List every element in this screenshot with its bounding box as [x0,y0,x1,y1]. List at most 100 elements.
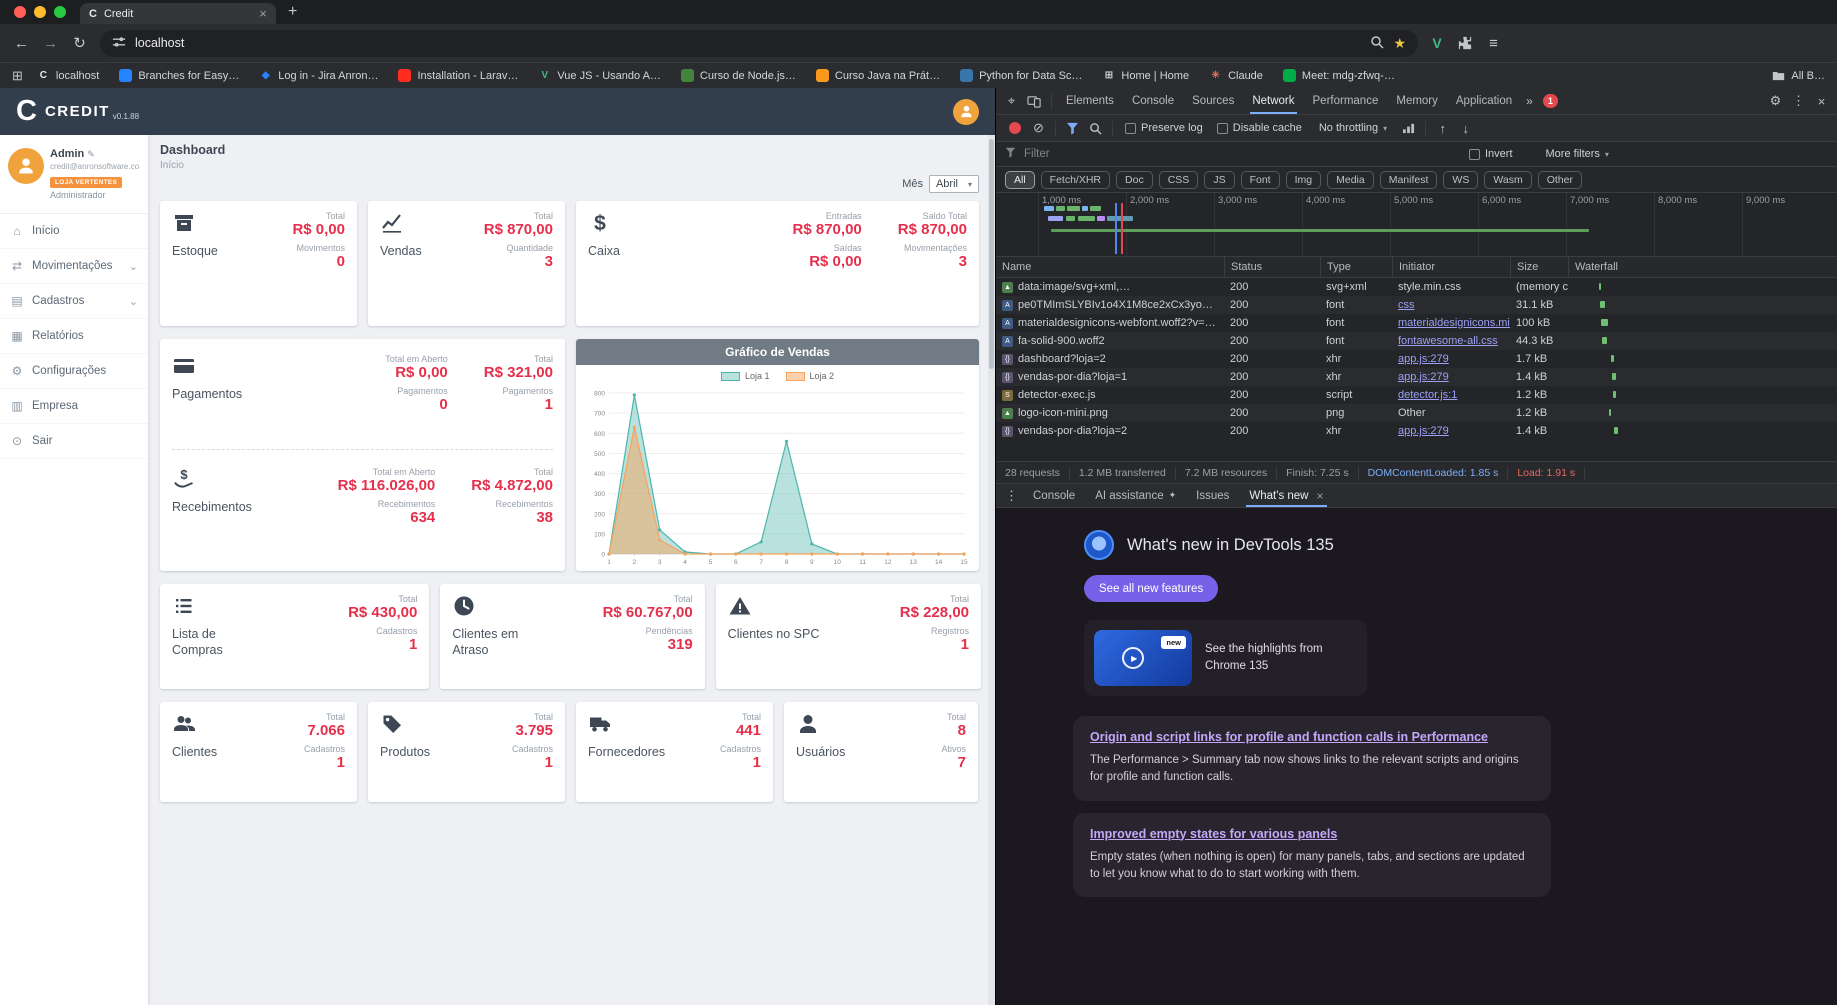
highlight-card[interactable]: new ▶ See the highlights from Chrome 135 [1084,620,1367,696]
search-network-icon[interactable] [1084,118,1107,139]
devtools-tab-console[interactable]: Console [1123,88,1183,114]
reload-icon[interactable]: ↻ [66,30,93,57]
bookmark-item[interactable]: Python for Data Sc… [960,69,1082,82]
filter-chip-font[interactable]: Font [1240,170,1280,189]
bookmark-item[interactable]: Meet: mdg-zfwq-… [1282,69,1395,82]
more-tabs-icon[interactable]: » [1521,94,1538,108]
clear-network-icon[interactable]: ⊘ [1027,118,1050,139]
browser-menu-icon[interactable]: ≡ [1480,30,1507,57]
column-header-waterfall[interactable]: Waterfall [1568,257,1837,277]
bookmark-item[interactable]: Curso Java na Prát… [815,69,940,82]
export-har-icon[interactable]: ↓ [1454,118,1477,139]
bookmark-item[interactable]: ⊞ Home | Home [1102,69,1189,82]
request-initiator[interactable]: css [1392,299,1510,311]
edit-profile-icon[interactable]: ✎ [87,149,95,159]
section-link[interactable]: Origin and script links for profile and … [1090,730,1488,744]
filter-chip-css[interactable]: CSS [1158,170,1199,189]
network-row[interactable]: {} vendas-por-dia?loja=1 200 xhr app.js:279 1… [996,368,1837,386]
network-row[interactable]: Sdetector-exec.js 200 script detector.js:1 1… [996,386,1837,404]
close-tab-icon[interactable]: × [1316,489,1323,503]
filter-chip-js[interactable]: JS [1204,170,1235,189]
record-network-log-icon[interactable] [1009,122,1021,134]
address-bar[interactable]: localhost ★ [100,29,1418,57]
tab-close-icon[interactable]: × [259,6,267,21]
devtools-tab-sources[interactable]: Sources [1183,88,1243,114]
more-filters-button[interactable]: More filters ▾ [1546,148,1609,160]
window-controls[interactable] [0,6,80,18]
request-initiator[interactable]: app.js:279 [1392,371,1510,383]
network-row[interactable]: Amaterialdesignicons-webfont.woff2?v=1.8… [996,314,1837,332]
filter-chip-wasm[interactable]: Wasm [1484,170,1532,189]
inspect-icon[interactable]: ⌖ [1000,91,1023,112]
close-window-icon[interactable] [14,6,26,18]
devtools-tab-network[interactable]: Network [1243,88,1303,114]
network-row[interactable]: {} dashboard?loja=2 200 xhr app.js:279 1.7 kB [996,350,1837,368]
network-filter-input[interactable] [1024,148,1454,160]
network-conditions-icon[interactable] [1397,118,1420,139]
browser-tab[interactable]: C Credit × [80,3,276,24]
network-row[interactable]: Ape0TMImSLYBIv1o4X1M8ce2xCx3yop4tQ… 200 fo… [996,296,1837,314]
bookmark-item[interactable]: ✳ Claude [1209,69,1263,82]
bookmark-item[interactable]: Branches for Easy… [119,69,239,82]
devtools-tab-performance[interactable]: Performance [1304,88,1388,114]
drawer-tab-ai-assistance[interactable]: AI assistance ✦ [1085,484,1186,507]
devtools-menu-icon[interactable]: ⋮ [1787,91,1810,112]
forward-icon[interactable]: → [37,30,64,57]
network-row[interactable]: ▲ logo-icon-mini.png 200 png Other 1.2 kB [996,404,1837,422]
devtools-tab-elements[interactable]: Elements [1057,88,1123,114]
error-count-badge[interactable]: 1 [1542,94,1558,108]
extensions-icon[interactable] [1451,30,1478,57]
minimize-window-icon[interactable] [34,6,46,18]
user-avatar[interactable] [953,98,979,125]
site-info-icon[interactable] [112,35,126,52]
network-row[interactable]: Afa-solid-900.woff2 200 font fontawesome-al… [996,332,1837,350]
filter-chip-all[interactable]: All [1005,170,1035,189]
sidebar-item-movimentacoes[interactable]: ⇄ Movimentações ⌄ [0,249,148,284]
request-initiator[interactable]: app.js:279 [1392,353,1510,365]
video-thumbnail[interactable]: new ▶ [1094,630,1192,686]
bookmark-star-icon[interactable]: ★ [1393,35,1406,52]
preserve-log-checkbox[interactable]: Preserve log [1125,122,1203,134]
legend-item[interactable]: Loja 2 [785,371,834,381]
see-all-features-button[interactable]: See all new features [1084,575,1219,602]
maximize-window-icon[interactable] [54,6,66,18]
filter-chip-doc[interactable]: Doc [1116,170,1153,189]
drawer-menu-icon[interactable]: ⋮ [1000,485,1023,506]
devtools-tab-application[interactable]: Application [1447,88,1521,114]
filter-chip-other[interactable]: Other [1537,170,1582,189]
disable-cache-checkbox[interactable]: Disable cache [1216,122,1302,134]
filter-chip-fetch-xhr[interactable]: Fetch/XHR [1040,170,1111,189]
bookmark-item[interactable]: ◆ Log in - Jira Anron… [259,69,379,82]
filter-chip-media[interactable]: Media [1327,170,1374,189]
app-logo[interactable]: C [16,97,37,126]
bookmark-item[interactable]: V Vue JS - Usando A… [538,69,661,82]
sidebar-item-inicio[interactable]: ⌂ Início [0,214,148,249]
vue-extension-icon[interactable]: V [1425,35,1449,51]
apps-grid-icon[interactable]: ⊞ [12,68,23,84]
filter-toggle-icon[interactable] [1061,118,1084,139]
column-header-name[interactable]: Name [996,257,1224,277]
back-icon[interactable]: ← [8,30,35,57]
device-toolbar-icon[interactable] [1023,91,1046,112]
request-initiator[interactable]: detector.js:1 [1392,389,1510,401]
bookmark-item[interactable]: Installation - Larav… [398,69,518,82]
sidebar-item-relatorios[interactable]: ▦ Relatórios [0,319,148,354]
network-row[interactable]: ▲ data:image/svg+xml,… 200 svg+xml style.min… [996,278,1837,296]
request-initiator[interactable]: fontawesome-all.css [1392,335,1510,347]
all-bookmarks[interactable]: All B… [1772,70,1825,82]
column-header-size[interactable]: Size [1510,257,1568,277]
new-tab-button[interactable]: + [288,3,297,21]
sidebar-item-sair[interactable]: ⊙ Sair [0,424,148,459]
avatar[interactable] [8,148,44,184]
filter-chip-img[interactable]: Img [1285,170,1322,189]
drawer-tab-issues[interactable]: Issues [1186,484,1239,507]
month-select[interactable]: Abril ▾ [928,175,979,193]
sidebar-item-empresa[interactable]: ▥ Empresa [0,389,148,424]
filter-chip-manifest[interactable]: Manifest [1379,170,1438,189]
column-header-type[interactable]: Type [1320,257,1392,277]
filter-chip-ws[interactable]: WS [1443,170,1479,189]
column-header-status[interactable]: Status [1224,257,1320,277]
zoom-icon[interactable] [1370,35,1384,52]
sidebar-item-cadastros[interactable]: ▤ Cadastros ⌄ [0,284,148,319]
invert-filter-checkbox[interactable]: Invert [1469,148,1513,160]
